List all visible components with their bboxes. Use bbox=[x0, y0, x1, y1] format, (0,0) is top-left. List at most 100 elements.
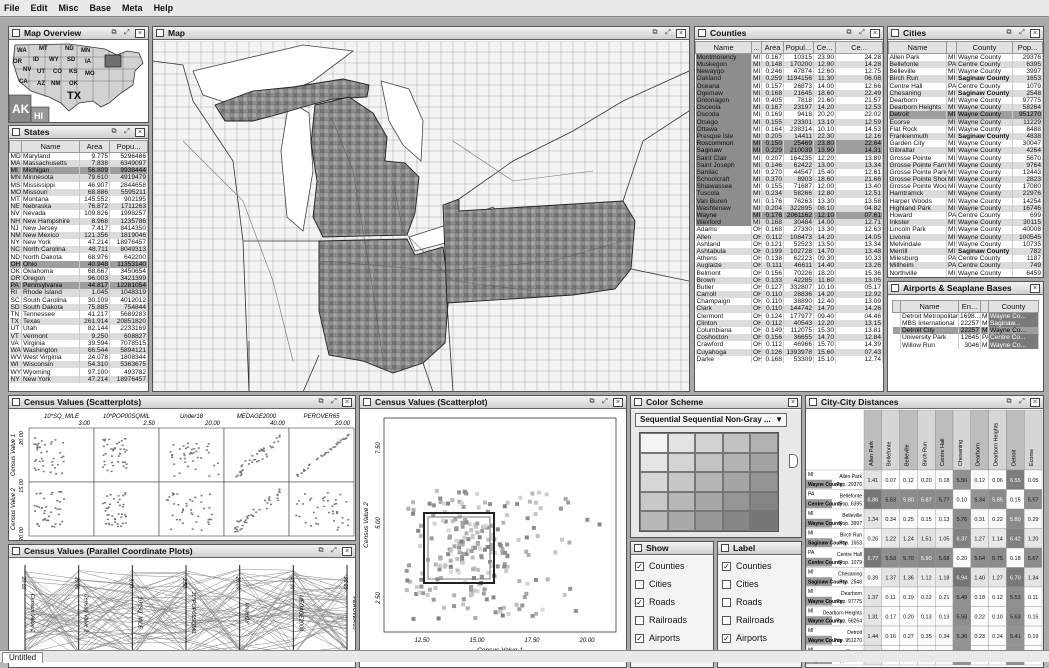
window-checkbox[interactable] bbox=[634, 544, 642, 552]
scatter-point[interactable] bbox=[531, 525, 536, 530]
checkbox[interactable]: ✓ bbox=[635, 633, 644, 643]
table-row[interactable]: Livonia MI Wayne County 100545 bbox=[888, 233, 1043, 241]
scatter-point[interactable] bbox=[438, 556, 443, 561]
scatter-point[interactable] bbox=[540, 607, 545, 612]
menu-edit[interactable]: Edit bbox=[31, 3, 48, 13]
scatter-point[interactable] bbox=[485, 545, 490, 549]
scatter-point[interactable] bbox=[483, 523, 488, 528]
column-header-name[interactable]: Name bbox=[695, 41, 752, 54]
maximize-icon[interactable]: ⤢ bbox=[663, 29, 673, 38]
window-checkbox[interactable] bbox=[891, 284, 899, 292]
scatter-point[interactable] bbox=[457, 550, 462, 555]
expand-arrow-icon[interactable] bbox=[789, 454, 798, 468]
scatter-point[interactable] bbox=[524, 535, 529, 540]
scatter-point[interactable] bbox=[545, 577, 550, 582]
table-row[interactable]: AshtabulaOH0.19910272814.7013.48 bbox=[695, 247, 883, 256]
scatter-point[interactable] bbox=[470, 555, 475, 560]
table-row[interactable]: Centre Hall PA Centre County 1079 bbox=[888, 82, 1043, 90]
table-row[interactable]: Inkster MI Wayne County 30115 bbox=[888, 219, 1043, 227]
us-map-thumbnail[interactable]: WA MT ND MN OR ID WY SD IA NV UT CO KS M… bbox=[9, 41, 148, 122]
window-checkbox[interactable] bbox=[12, 398, 20, 406]
scatter-point[interactable] bbox=[530, 491, 535, 496]
table-row[interactable]: Grosse Pointe WoodsMIWayne County17080 bbox=[888, 183, 1043, 191]
scatter-point[interactable] bbox=[406, 506, 411, 511]
pennsylvania[interactable] bbox=[442, 198, 636, 304]
table-row[interactable]: Oakland MI 0.259 1194156 11.30 06.08 bbox=[695, 75, 883, 83]
ohio[interactable] bbox=[318, 238, 450, 374]
detach-icon[interactable]: ⧉ bbox=[587, 398, 597, 407]
table-row[interactable]: ClarkOH0.11014474214.7014.26 bbox=[695, 305, 883, 313]
scatter-point[interactable] bbox=[516, 537, 521, 542]
table-row[interactable]: CuyahogaOH0.126139397815.6007.43 bbox=[695, 348, 883, 356]
table-row[interactable]: Howard PA Centre County 699 bbox=[888, 211, 1043, 220]
column-header[interactable] bbox=[980, 300, 989, 313]
checkbox-row[interactable]: Cities bbox=[718, 575, 801, 593]
table-row[interactable]: Ogemaw MI 0.168 21645 18.60 22.49 bbox=[695, 89, 883, 97]
scatter-point[interactable] bbox=[407, 563, 411, 568]
scatter-point[interactable] bbox=[479, 555, 484, 560]
scatter-point[interactable] bbox=[448, 564, 453, 569]
scatterplot-svg[interactable]: 12.50 15.00 17.50 20.007.505.002.50Census V… bbox=[360, 410, 626, 667]
maximize-icon[interactable]: ⤢ bbox=[857, 29, 867, 38]
window-checkbox[interactable] bbox=[156, 29, 164, 37]
scatter-point[interactable] bbox=[482, 500, 487, 505]
color-swatch[interactable] bbox=[722, 511, 751, 531]
scatter-point[interactable] bbox=[573, 609, 578, 613]
scatter-matrix-svg[interactable]: 10*SQ_MILE3.0010*POP00SQMIL2.50Under1820… bbox=[9, 410, 355, 540]
table-row[interactable]: Ecorse MI Wayne County 11229 bbox=[888, 118, 1043, 126]
table-row[interactable]: AdamsOH0.1682733013.3012.63 bbox=[695, 226, 883, 234]
scatter-point[interactable] bbox=[505, 564, 510, 569]
column-header-state[interactable] bbox=[946, 41, 957, 54]
scatter-point[interactable] bbox=[411, 507, 416, 512]
scatter-point[interactable] bbox=[478, 547, 482, 551]
color-swatch[interactable] bbox=[722, 452, 751, 473]
title-bar[interactable]: Airports & Seaplane Bases × bbox=[888, 282, 1043, 295]
checkbox-row[interactable]: ✓ Airports bbox=[631, 629, 713, 647]
scatter-point[interactable] bbox=[431, 597, 436, 602]
detach-icon[interactable]: ⧉ bbox=[109, 29, 119, 38]
scatter-point[interactable] bbox=[558, 506, 563, 511]
table-row[interactable]: TX Texas 261.914 20851820 bbox=[9, 318, 148, 326]
title-bar[interactable]: Census Values (Parallel Coordinate Plots… bbox=[9, 545, 355, 558]
column-header-name[interactable]: Name bbox=[900, 300, 959, 313]
map-canvas[interactable] bbox=[153, 41, 689, 391]
scatter-point[interactable] bbox=[497, 542, 502, 547]
scatter-point[interactable] bbox=[470, 535, 475, 540]
checkbox-row[interactable]: ✓ Counties bbox=[718, 557, 801, 575]
table-row[interactable]: TN Tennessee 41.217 5689283 bbox=[9, 310, 148, 319]
detach-icon[interactable]: ⧉ bbox=[1004, 29, 1014, 38]
scatter-point[interactable] bbox=[538, 506, 543, 511]
close-icon[interactable]: × bbox=[870, 28, 880, 38]
scatter-point[interactable] bbox=[417, 590, 422, 595]
table-row[interactable]: MN Minnesota 79.610 4919479 bbox=[9, 174, 148, 182]
scatter-point[interactable] bbox=[449, 569, 453, 574]
window-checkbox[interactable] bbox=[12, 29, 20, 37]
column-header-population[interactable]: Popu... bbox=[109, 140, 148, 153]
table-row[interactable]: CoshoctonOH0.1563665514.7012.84 bbox=[695, 334, 883, 342]
table-row[interactable]: Saginaw MI 0.229 210039 13.90 14.31 bbox=[695, 147, 883, 155]
table-row[interactable]: NY New York 47.214 18976457 bbox=[9, 375, 148, 383]
scatter-point[interactable] bbox=[464, 520, 469, 525]
table-row[interactable]: Schoolcraft MI 0.370 8903 18.60 21.66 bbox=[695, 176, 883, 184]
scatter-point[interactable] bbox=[470, 592, 475, 597]
table-row[interactable]: Dearborn MI Wayne County 97775 bbox=[888, 96, 1043, 105]
color-swatch[interactable] bbox=[667, 491, 696, 512]
window-checkbox[interactable] bbox=[809, 398, 817, 406]
maximize-icon[interactable]: ⤢ bbox=[122, 29, 132, 38]
scatter-point[interactable] bbox=[418, 533, 423, 538]
scatter-point[interactable] bbox=[568, 586, 573, 591]
table-row[interactable]: Willow Run3046MIWayne Co... bbox=[892, 341, 1039, 349]
scatter-point[interactable] bbox=[536, 490, 541, 495]
detach-icon[interactable]: ⧉ bbox=[109, 128, 119, 137]
color-swatch[interactable] bbox=[667, 511, 696, 531]
table-row[interactable]: Chesaning MI Saginaw County 2548 bbox=[888, 89, 1043, 97]
table-row[interactable]: NE Nebraska 76.872 1711263 bbox=[9, 203, 148, 211]
color-swatch[interactable] bbox=[695, 511, 723, 531]
scatter-point[interactable] bbox=[502, 605, 506, 610]
checkbox-row[interactable]: Railroads bbox=[718, 611, 801, 629]
column-header-population[interactable]: Popul... bbox=[783, 41, 814, 54]
scatter-point[interactable] bbox=[452, 544, 457, 549]
scatter-point[interactable] bbox=[460, 560, 465, 565]
scatter-point[interactable] bbox=[466, 537, 471, 542]
scatter-point[interactable] bbox=[475, 521, 480, 526]
